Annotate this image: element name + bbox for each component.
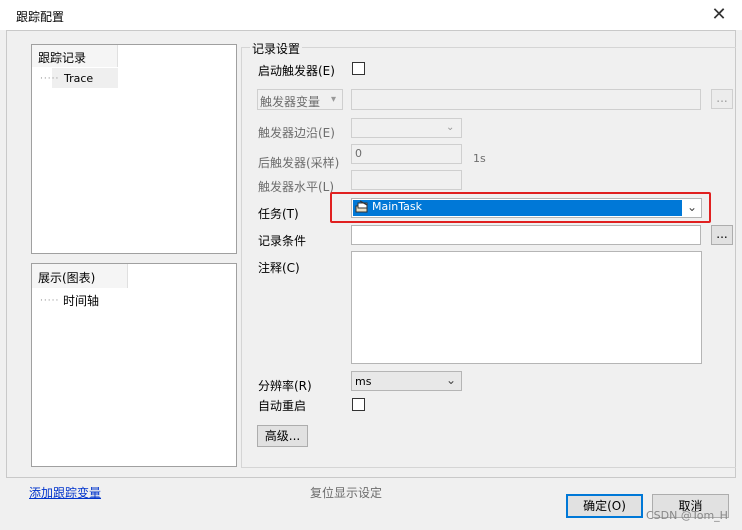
display-panel-header: 展示(图表) xyxy=(38,271,96,285)
enable-trigger-checkbox[interactable] xyxy=(352,62,365,75)
record-condition-label: 记录条件 xyxy=(258,234,307,248)
display-panel xyxy=(31,263,237,467)
post-trigger-field[interactable]: 0 xyxy=(351,144,462,164)
trigger-level-label: 触发器水平(L) xyxy=(258,180,335,194)
watermark: CSDN @Tom_H xyxy=(646,509,728,522)
record-condition-field[interactable] xyxy=(351,225,701,245)
record-settings-title: 记录设置 xyxy=(250,40,303,57)
close-icon[interactable]: ✕ xyxy=(708,4,730,26)
title-bar xyxy=(0,0,742,30)
trigger-edge-label: 触发器边沿(E) xyxy=(258,126,335,140)
chevron-down-icon: ⌄ xyxy=(446,122,455,133)
trigger-variable-browse-button[interactable]: ... xyxy=(711,89,733,109)
comment-textarea[interactable] xyxy=(351,251,702,364)
record-condition-browse-button[interactable]: ... xyxy=(711,225,733,245)
chevron-down-icon: ⌄ xyxy=(446,373,457,387)
tree-item-trace[interactable]: Trace xyxy=(64,72,93,85)
advanced-button[interactable]: 高级... xyxy=(257,425,308,447)
auto-restart-label: 自动重启 xyxy=(258,399,307,413)
comment-label: 注释(C) xyxy=(258,261,300,275)
chevron-down-icon: ▾ xyxy=(331,94,337,105)
post-trigger-unit: 1s xyxy=(473,152,486,165)
highlight-box xyxy=(330,192,711,223)
reset-display-button[interactable]: 复位显示设定 xyxy=(310,484,382,501)
enable-trigger-label: 启动触发器(E) xyxy=(258,64,335,78)
tree-line: ····· xyxy=(40,74,60,84)
trace-panel-header: 跟踪记录 xyxy=(38,51,87,65)
window-title: 跟踪配置 xyxy=(16,10,65,24)
post-trigger-label: 后触发器(采样) xyxy=(258,156,340,170)
trigger-variable-label: 触发器变量 xyxy=(260,95,321,109)
tree-line: ····· xyxy=(40,296,60,306)
ok-button[interactable]: 确定(O) xyxy=(566,494,643,518)
trigger-variable-field[interactable] xyxy=(351,89,701,110)
resolution-label: 分辨率(R) xyxy=(258,379,312,393)
trigger-level-field[interactable] xyxy=(351,170,462,190)
tree-item-timeline[interactable]: 时间轴 xyxy=(63,292,99,309)
task-label: 任务(T) xyxy=(258,207,299,221)
auto-restart-checkbox[interactable] xyxy=(352,398,365,411)
add-trace-variable-link[interactable]: 添加跟踪变量 xyxy=(29,484,101,501)
